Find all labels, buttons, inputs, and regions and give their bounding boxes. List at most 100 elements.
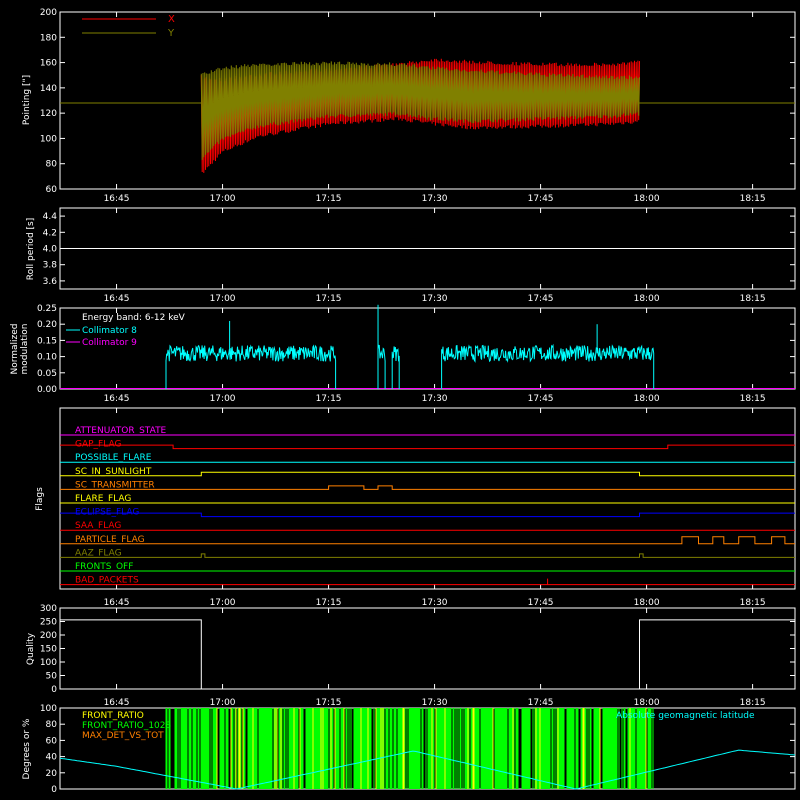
flags-ylabel: Flags — [35, 487, 45, 511]
x-tick-label: 17:15 — [316, 698, 342, 708]
collimator-8-segment — [165, 344, 337, 389]
pointing-series-y — [200, 61, 640, 160]
x-tick-label: 17:45 — [528, 194, 554, 204]
x-tick-label: 17:15 — [316, 598, 342, 608]
y-tick-label: 300 — [40, 604, 57, 614]
y-tick-label: 0.25 — [37, 304, 57, 314]
x-tick-label: 17:00 — [210, 194, 236, 204]
y-tick-label: 100 — [40, 134, 57, 144]
y-tick-label: 3.8 — [43, 261, 58, 271]
quality-ylabel: Quality — [26, 632, 36, 665]
y-tick-label: 0 — [51, 785, 57, 795]
x-tick-label: 16:45 — [104, 294, 130, 304]
x-tick-label: 17:00 — [210, 598, 236, 608]
modulation-ylabel-line1: Normalized — [10, 323, 20, 374]
ratios-panel: Degrees or % 0 20 40 60 80 100 FRONT_RATIO FR… — [22, 704, 796, 795]
x-tick-label: 18:00 — [634, 394, 660, 404]
flags-panel: Flags 16:45 17:00 17:15 17:30 17:45 18:00 18:1… — [35, 407, 796, 608]
y-tick-label: 250 — [40, 618, 57, 628]
y-tick-label: 0.10 — [37, 353, 57, 363]
pointing-legend: X Y — [82, 14, 175, 39]
x-tick-label: 18:00 — [634, 294, 660, 304]
x-tick-label: 17:45 — [528, 698, 554, 708]
x-tick-label: 16:45 — [104, 698, 130, 708]
y-tick-label: 60 — [46, 736, 58, 746]
x-tick-label: 17:00 — [210, 294, 236, 304]
x-tick-label: 17:30 — [422, 598, 448, 608]
y-tick-label: 0.00 — [37, 385, 57, 395]
flag-line — [60, 485, 795, 490]
x-tick-label: 18:00 — [634, 698, 660, 708]
x-tick-label: 16:45 — [104, 598, 130, 608]
roll-ylabel: Roll period [s] — [26, 218, 36, 280]
flag-line — [60, 471, 795, 477]
y-tick-label: 200 — [40, 8, 57, 18]
flag-line — [60, 444, 795, 450]
rhessi-observing-summary-chart: Pointing ["] 6080100120140160180200 16:4… — [10, 8, 796, 795]
legend-x-label: X — [168, 14, 175, 25]
x-tick-label: 17:30 — [422, 294, 448, 304]
y-tick-label: 3.6 — [43, 277, 58, 287]
y-tick-label: 4.2 — [43, 228, 57, 238]
y-tick-label: 20 — [46, 769, 58, 779]
x-tick-label: 18:00 — [634, 194, 660, 204]
quality-line — [60, 619, 795, 690]
roll-panel: Roll period [s] 3.6 3.8 4.0 4.2 4.4 16:45 17:… — [26, 207, 796, 304]
x-tick-label: 17:30 — [422, 394, 448, 404]
y-tick-label: 0 — [51, 685, 57, 695]
flag-line — [60, 536, 795, 545]
y-tick-label: 200 — [40, 631, 57, 641]
x-tick-label: 16:45 — [104, 394, 130, 404]
x-tick-label: 18:15 — [740, 598, 766, 608]
energy-band-annotation: Energy band: 6-12 keV — [82, 313, 186, 323]
modulation-ylabel-line2: modulation — [20, 324, 30, 375]
legend-geomag: Absolute geomagnetic latitude — [616, 711, 755, 721]
legend-front-ratio-1028: FRONT_RATIO_1028 — [82, 721, 172, 731]
x-tick-label: 18:15 — [740, 394, 766, 404]
ratios-ylabel: Degrees or % — [22, 718, 32, 779]
collimator-8-segment — [377, 344, 386, 389]
y-tick-label: 100 — [40, 704, 57, 714]
y-tick-label: 140 — [40, 84, 57, 94]
flag-line — [60, 553, 795, 558]
y-tick-label: 100 — [40, 658, 57, 668]
x-tick-label: 17:30 — [422, 698, 448, 708]
x-tick-label: 17:15 — [316, 294, 342, 304]
x-tick-label: 18:15 — [740, 698, 766, 708]
y-tick-label: 150 — [40, 645, 57, 655]
x-tick-label: 18:00 — [634, 598, 660, 608]
y-tick-label: 50 — [46, 672, 58, 682]
x-tick-label: 18:15 — [740, 194, 766, 204]
pointing-panel: Pointing ["] 60 80 100 120 140 160 180 200 16:4… — [22, 8, 796, 204]
x-tick-label: 17:45 — [528, 394, 554, 404]
y-tick-label: 0.20 — [37, 320, 57, 330]
collimator-8-segment — [391, 346, 400, 389]
x-tick-label: 17:00 — [210, 394, 236, 404]
y-tick-label: 80 — [46, 160, 58, 170]
y-tick-label: 160 — [40, 59, 57, 69]
collimator-8-segment — [441, 343, 655, 389]
legend-front-ratio: FRONT_RATIO — [82, 711, 144, 721]
x-tick-label: 17:15 — [316, 194, 342, 204]
y-tick-label: 0.05 — [37, 369, 57, 379]
x-tick-label: 18:15 — [740, 294, 766, 304]
x-tick-label: 17:45 — [528, 294, 554, 304]
y-tick-label: 0.15 — [37, 336, 57, 346]
flag-line — [60, 578, 795, 586]
quality-panel: Quality 0 50 100 150 200 250 300 16:45 17:00 17:… — [26, 604, 796, 708]
y-tick-label: 80 — [46, 720, 58, 730]
x-tick-label: 17:30 — [422, 194, 448, 204]
y-tick-label: 120 — [40, 109, 57, 119]
x-tick-label: 17:45 — [528, 598, 554, 608]
x-tick-label: 17:15 — [316, 394, 342, 404]
x-tick-label: 16:45 — [104, 194, 130, 204]
y-tick-label: 4.4 — [43, 212, 58, 222]
pointing-ylabel: Pointing ["] — [22, 75, 32, 125]
y-tick-label: 180 — [40, 33, 57, 43]
modulation-panel: Normalized modulation 0.00 0.05 0.10 0.15 0.… — [10, 304, 796, 404]
legend-max-det: MAX_DET_VS_TOT — [82, 731, 164, 741]
x-tick-label: 17:00 — [210, 698, 236, 708]
y-tick-label: 40 — [46, 753, 58, 763]
legend-c8-label: Collimator 8 — [82, 326, 137, 336]
flag-line — [60, 512, 795, 518]
